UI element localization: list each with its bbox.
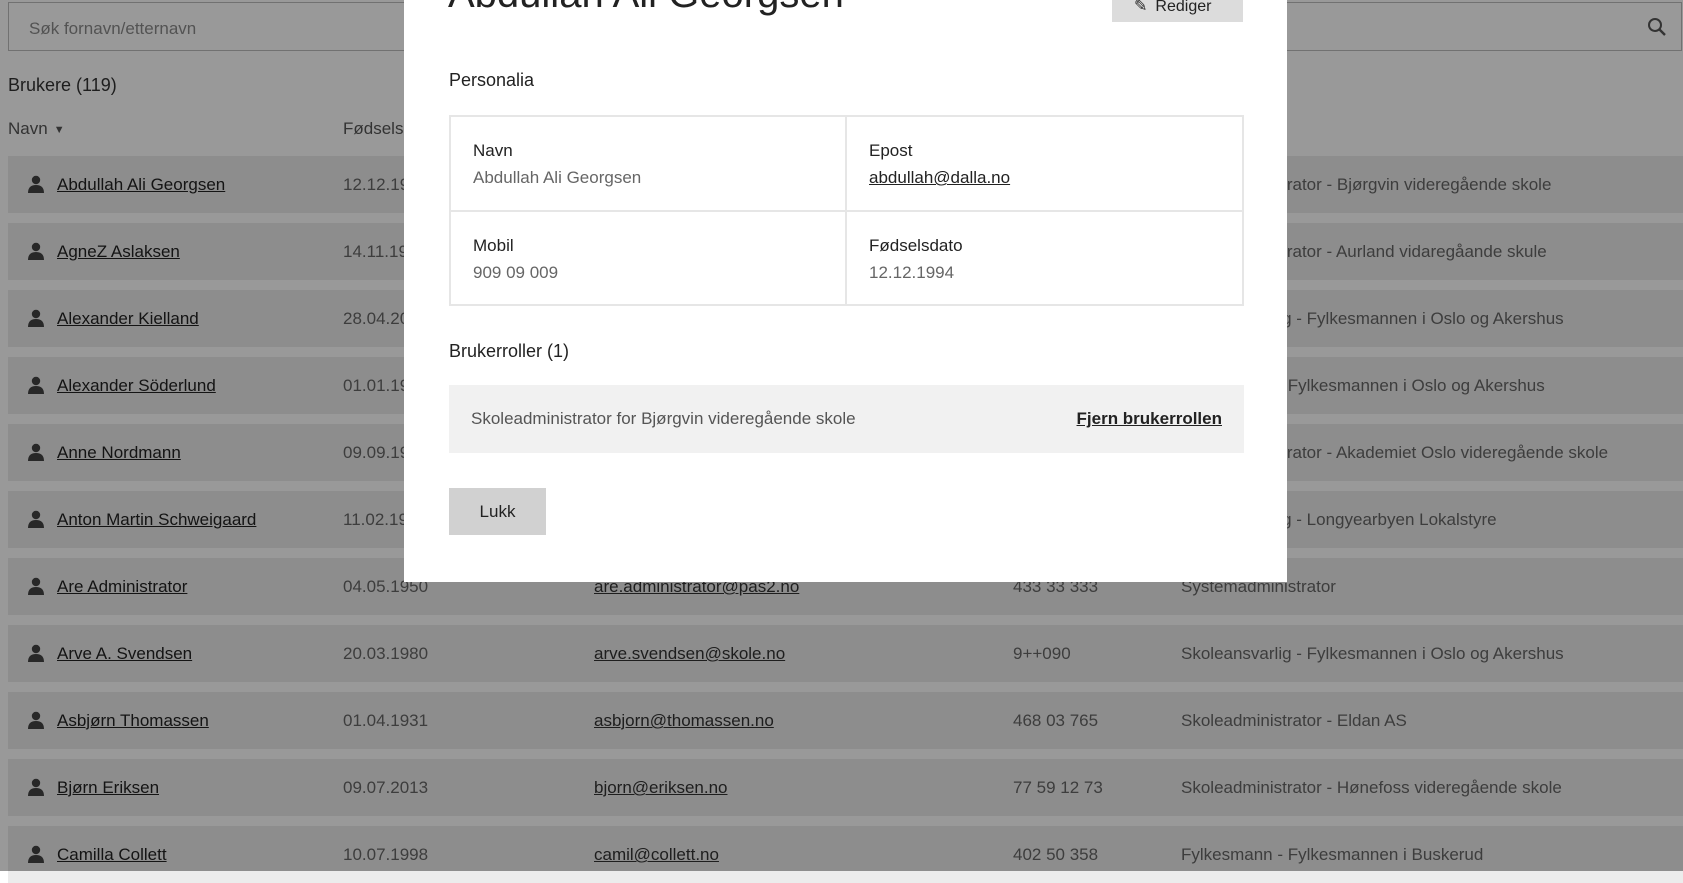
role-item-text: Skoleadministrator for Bjørgvin videregå… [471,409,856,428]
personalia-grid: Navn Abdullah Ali Georgsen Epost abdulla… [449,115,1244,306]
field-email-label: Epost [869,141,913,160]
field-dob-value: 12.12.1994 [869,263,955,282]
role-item: Skoleadministrator for Bjørgvin videregå… [449,385,1244,453]
remove-role-link[interactable]: Fjern brukerrollen [1077,409,1222,429]
edit-button[interactable]: ✎ Rediger [1112,0,1243,22]
field-dob-label: Fødselsdato [869,236,963,255]
edit-button-label: Rediger [1155,0,1212,15]
field-mobile-value: 909 09 009 [473,263,559,282]
modal-title: Abdullah Ali Georgsen [448,0,844,17]
field-name-value: Abdullah Ali Georgsen [473,168,642,187]
pencil-icon: ✎ [1134,0,1148,15]
field-dob: Fødselsdato 12.12.1994 [847,212,1242,306]
field-name-label: Navn [473,141,513,160]
close-button[interactable]: Lukk [449,488,546,535]
field-mobile: Mobil 909 09 009 [451,212,846,306]
field-name: Navn Abdullah Ali Georgsen [451,117,846,211]
field-email-link[interactable]: abdullah@dalla.no [869,168,1010,188]
field-mobile-label: Mobil [473,236,514,255]
user-details-modal: Abdullah Ali Georgsen ✎ Rediger Personali… [404,0,1287,582]
field-email: Epost abdullah@dalla.no [847,117,1242,211]
roles-heading: Brukerroller (1) [449,341,570,361]
personalia-heading: Personalia [449,70,535,90]
